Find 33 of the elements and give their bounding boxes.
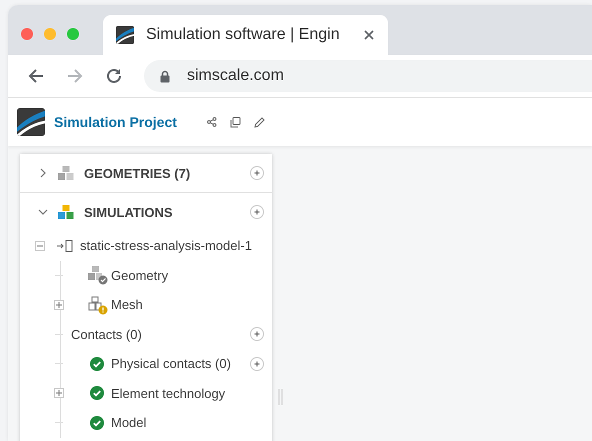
collapse-toggle[interactable]	[35, 240, 45, 251]
tree-item[interactable]: Contacts (0)	[71, 326, 250, 342]
lock-icon	[160, 70, 170, 82]
chevron-icon[interactable]	[38, 207, 48, 217]
add-button[interactable]	[250, 356, 264, 371]
share-icon[interactable]	[206, 117, 217, 127]
section-title[interactable]: SIMULATIONS	[84, 204, 240, 220]
tree-item[interactable]: Element technology	[111, 386, 264, 401]
chevron-icon[interactable]	[38, 168, 48, 178]
close-icon[interactable]	[364, 30, 374, 40]
resize-handle[interactable]	[278, 389, 283, 405]
add-button[interactable]	[250, 205, 264, 219]
tab-title: Simulation software | Engin	[146, 26, 341, 44]
add-button[interactable]	[250, 166, 264, 180]
address-bar[interactable]: simscale.com	[144, 60, 592, 92]
expand-toggle[interactable]	[54, 300, 64, 310]
logo-icon	[116, 26, 134, 44]
add-button[interactable]	[250, 327, 264, 342]
tree-item[interactable]: Geometry	[111, 268, 264, 283]
simulation-icon	[57, 240, 73, 252]
logo-icon[interactable]	[17, 108, 45, 136]
expand-toggle[interactable]	[54, 388, 64, 398]
edit-icon[interactable]	[254, 116, 265, 128]
back-icon[interactable]	[27, 67, 45, 85]
copy-icon[interactable]	[230, 116, 241, 128]
section-title[interactable]: GEOMETRIES (7)	[84, 166, 240, 180]
browser-tab[interactable]: Simulation software | Engin	[103, 15, 388, 55]
reload-icon[interactable]	[105, 67, 123, 85]
tree-item[interactable]: Model	[111, 415, 264, 430]
tree-item[interactable]: Mesh	[111, 297, 264, 312]
tree-item[interactable]: Physical contacts (0)	[111, 356, 250, 372]
simulation-name[interactable]: static-stress-analysis-model-1	[80, 238, 252, 254]
project-title: Simulation Project	[54, 114, 177, 130]
